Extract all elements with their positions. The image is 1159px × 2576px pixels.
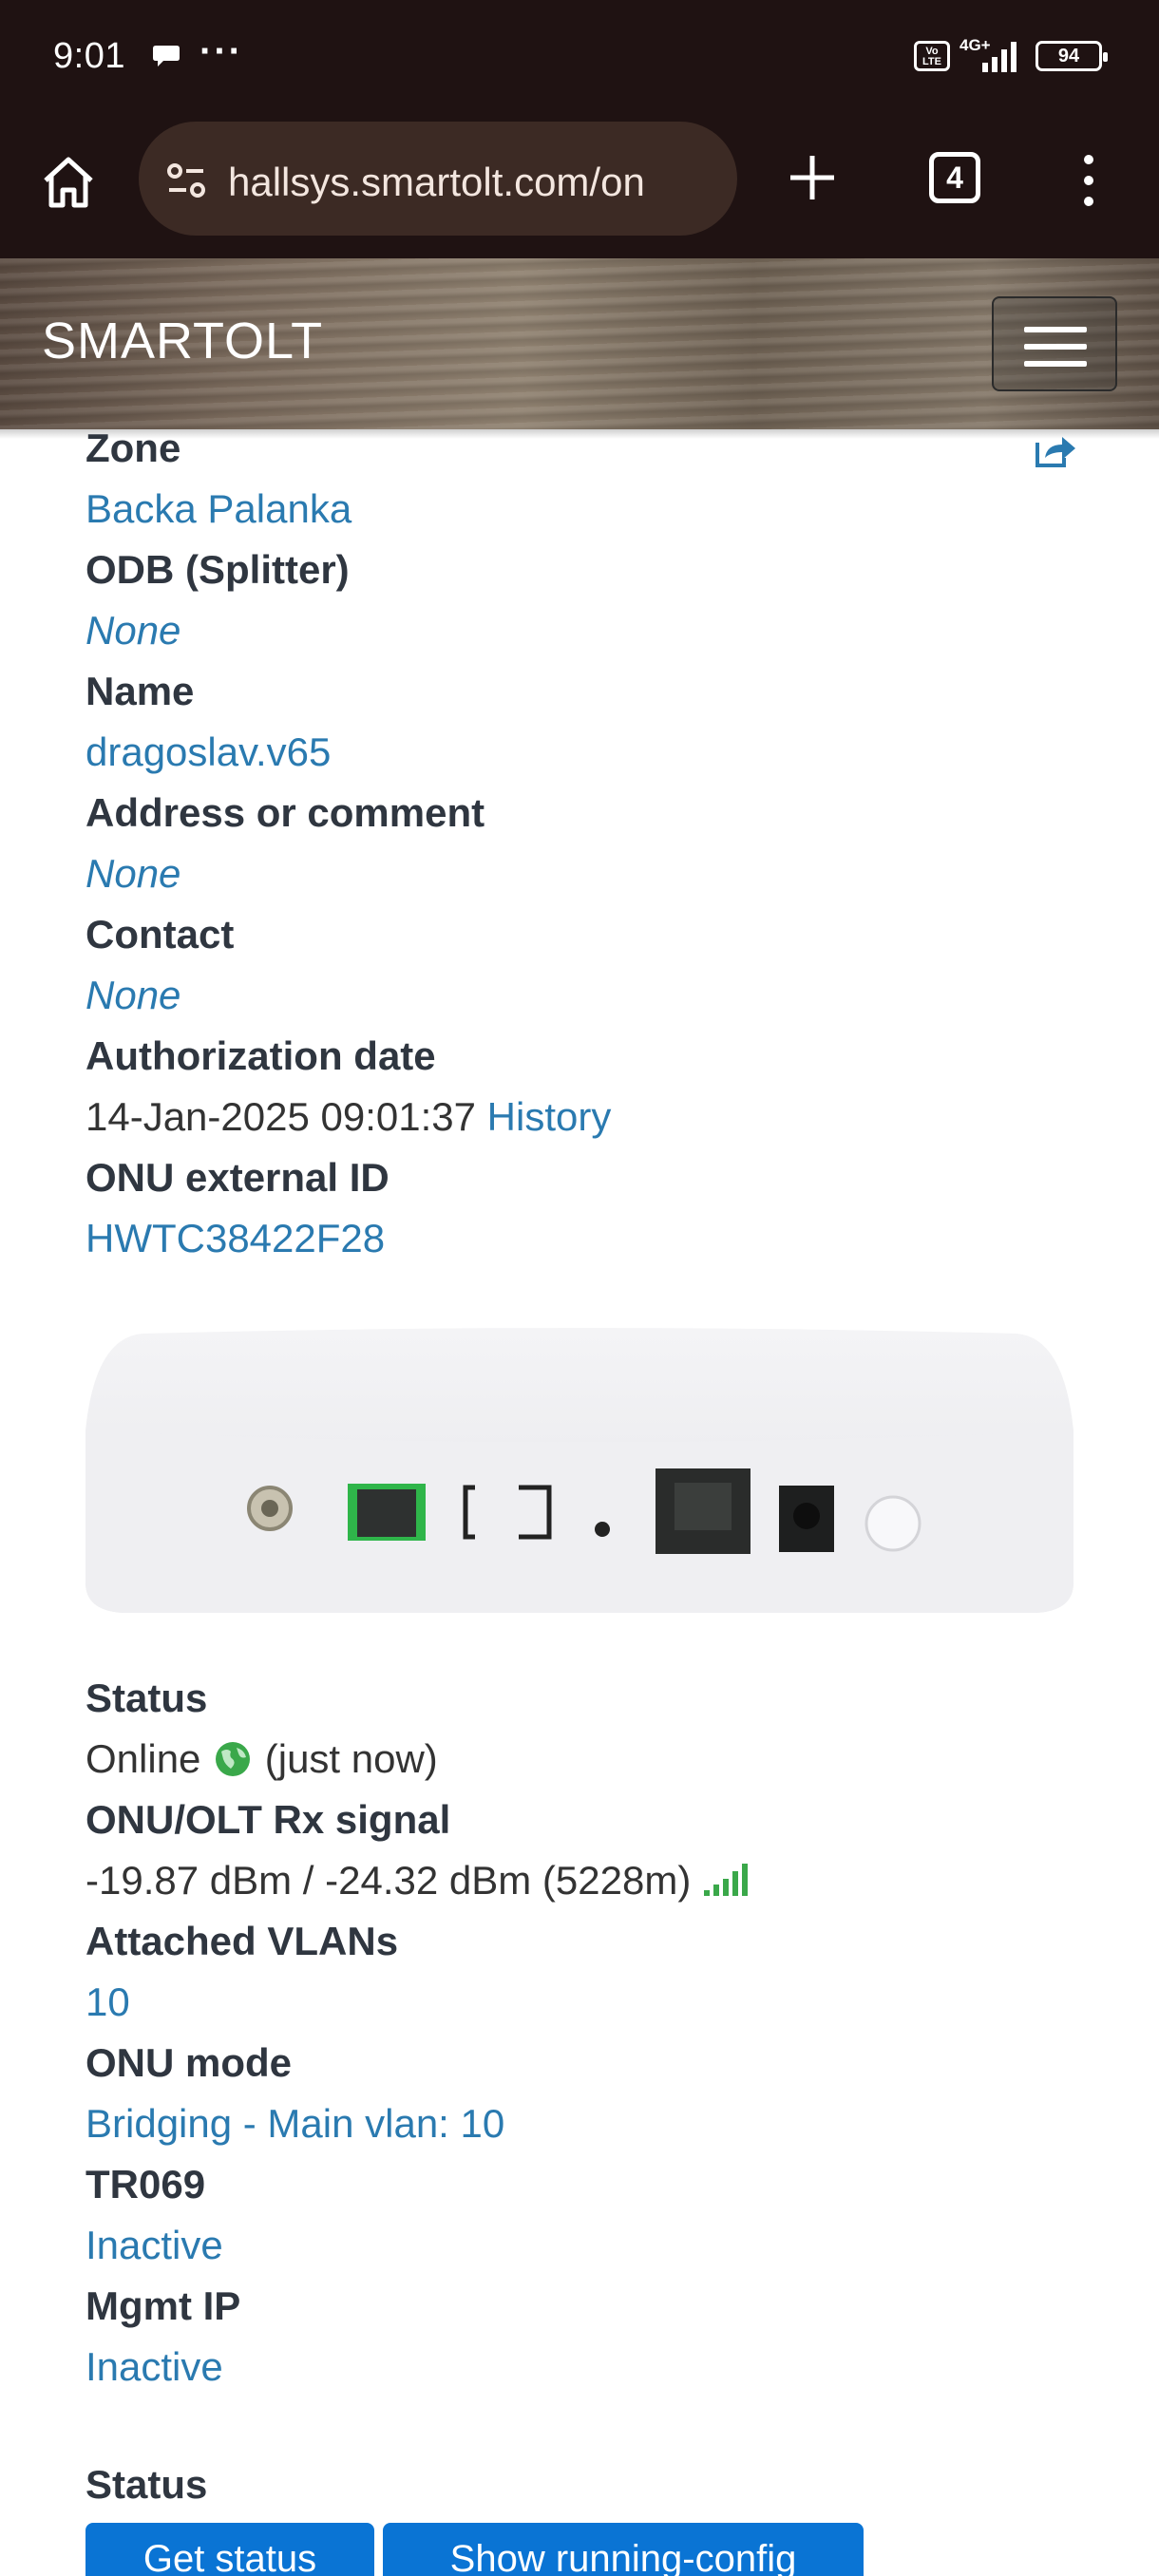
onu-details: Zone Backa Palanka ODB (Splitter) None N… [86, 418, 1083, 1269]
mgmt-ip-label: Mgmt IP [86, 2283, 241, 2328]
zone-value[interactable]: Backa Palanka [86, 479, 1083, 540]
onu-mode-value[interactable]: Bridging - Main vlan: 10 [86, 2093, 1083, 2154]
status-section-title: Status [86, 2462, 208, 2507]
status-time: (just now) [264, 1736, 438, 1781]
clock: 9:01 [53, 36, 125, 76]
tr069-label: TR069 [86, 2162, 206, 2207]
status-label: Status [86, 1676, 208, 1720]
contact-value[interactable]: None [86, 965, 1083, 1026]
new-tab-icon[interactable] [783, 148, 842, 207]
url-text: hallsys.smartolt.com/on [228, 160, 645, 204]
mgmt-ip-value[interactable]: Inactive [86, 2337, 1083, 2397]
onu-status: Status Online (just now) ONU/OLT Rx sign… [86, 1668, 1083, 2397]
home-icon[interactable] [38, 152, 99, 213]
status-value: Online [86, 1736, 201, 1781]
hamburger-line [1024, 344, 1087, 350]
tab-switcher-button[interactable]: 4 [929, 152, 980, 203]
external-id-label: ONU external ID [86, 1155, 390, 1200]
edit-share-icon[interactable] [1032, 429, 1077, 471]
status-row: Online (just now) [86, 1729, 1083, 1790]
address-bar[interactable]: hallsys.smartolt.com/on [139, 122, 737, 236]
contact-label: Contact [86, 912, 235, 957]
rx-signal-row: -19.87 dBm / -24.32 dBm (5228m) [86, 1850, 1083, 1911]
external-id-value[interactable]: HWTC38422F28 [86, 1208, 1083, 1269]
network-type: 4G+ [960, 36, 991, 54]
vlans-label: Attached VLANs [86, 1919, 399, 1963]
chat-notification-icon [153, 46, 180, 66]
volte-icon: Vo LTE [914, 41, 950, 71]
hamburger-line [1024, 361, 1087, 367]
rx-signal-label: ONU/OLT Rx signal [86, 1797, 451, 1842]
authorization-date-row: 14-Jan-2025 09:01:37 History [86, 1087, 1083, 1147]
address-label: Address or comment [86, 790, 485, 835]
site-settings-icon[interactable] [165, 160, 207, 201]
system-status-bar: 9:01 ··· Vo LTE 4G+ 94 [0, 0, 1159, 114]
tr069-value[interactable]: Inactive [86, 2215, 1083, 2276]
history-link[interactable]: History [487, 1094, 612, 1139]
zone-label: Zone [86, 426, 181, 470]
more-notifications-icon: ··· [200, 30, 243, 72]
address-value[interactable]: None [86, 843, 1083, 904]
kebab-menu-icon[interactable] [1079, 150, 1098, 211]
hamburger-line [1024, 327, 1087, 332]
signal-strength-icon [703, 1864, 748, 1896]
authorization-date-value: 14-Jan-2025 09:01:37 [86, 1094, 476, 1139]
get-status-button[interactable]: Get status [86, 2523, 374, 2576]
name-value[interactable]: dragoslav.v65 [86, 722, 1083, 783]
online-globe-icon [216, 1742, 251, 1776]
onu-device-image [86, 1328, 1074, 1613]
odb-value[interactable]: None [86, 600, 1083, 661]
cell-signal-icon: 4G+ [960, 36, 1026, 72]
site-header: SMARTOLT [0, 258, 1159, 429]
system-indicators: Vo LTE 4G+ 94 [914, 36, 1108, 72]
brand-logo[interactable]: SMARTOLT [42, 312, 323, 370]
name-label: Name [86, 669, 195, 713]
rx-signal-value: -19.87 dBm / -24.32 dBm (5228m) [86, 1858, 692, 1903]
battery-icon: 94 [1036, 41, 1108, 71]
vlans-value[interactable]: 10 [86, 1972, 1083, 2033]
onu-mode-label: ONU mode [86, 2040, 293, 2085]
show-running-config-button[interactable]: Show running-config [383, 2523, 864, 2576]
browser-toolbar: hallsys.smartolt.com/on 4 [0, 114, 1159, 258]
odb-label: ODB (Splitter) [86, 547, 350, 592]
navbar-toggle-button[interactable] [992, 296, 1117, 391]
authorization-date-label: Authorization date [86, 1033, 436, 1078]
